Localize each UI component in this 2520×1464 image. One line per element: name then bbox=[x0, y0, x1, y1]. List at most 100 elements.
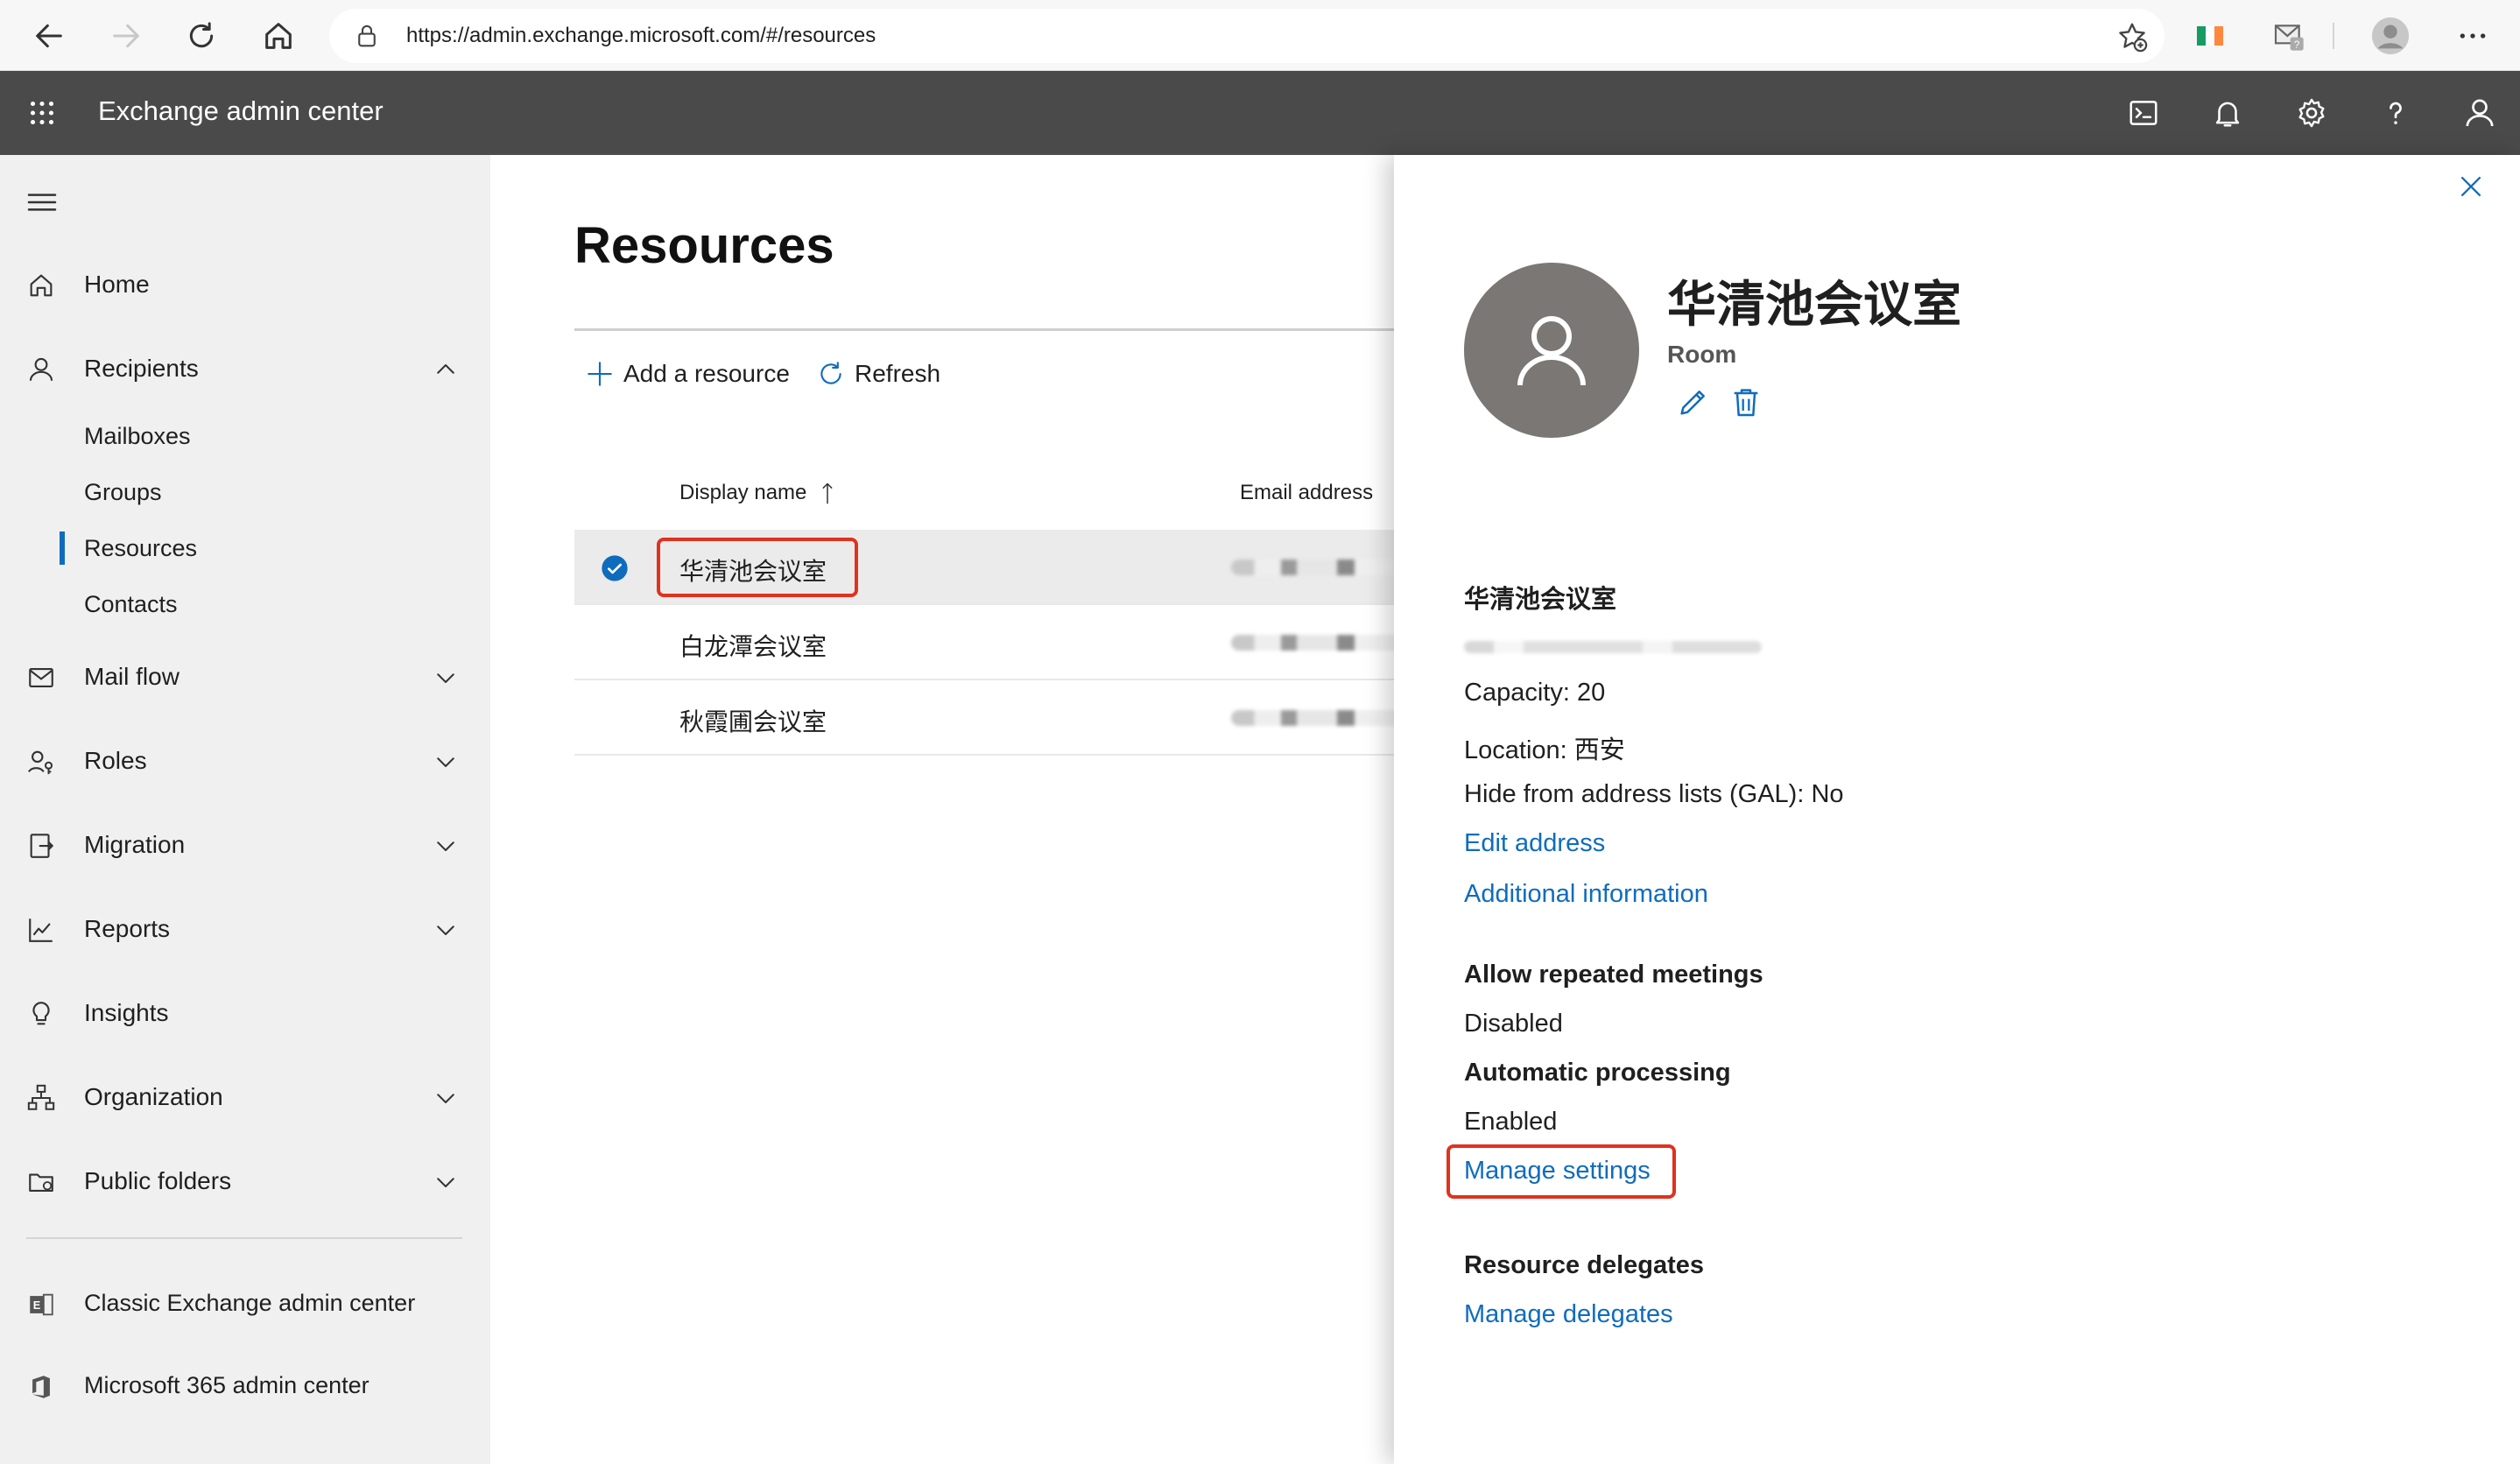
sidebar-item-label: Organization bbox=[84, 1083, 223, 1110]
checkmark-circle-icon[interactable] bbox=[601, 554, 629, 582]
roles-icon bbox=[26, 747, 56, 777]
mail-extension-icon[interactable]: ? bbox=[2268, 15, 2310, 57]
refresh-label: Refresh bbox=[855, 360, 941, 387]
favorite-add-icon[interactable] bbox=[2115, 20, 2149, 53]
sidebar-item-reports[interactable]: Reports bbox=[0, 896, 490, 959]
automatic-processing-heading: Automatic processing bbox=[1464, 1059, 1731, 1087]
column-header-label: Display name bbox=[679, 481, 807, 504]
capacity-text: Capacity: 20 bbox=[1464, 679, 1606, 707]
person-icon bbox=[1517, 316, 1586, 386]
address-bar[interactable]: https://admin.exchange.microsoft.com/#/r… bbox=[329, 9, 2165, 63]
refresh-icon bbox=[816, 359, 846, 389]
resource-detail-panel: 华清池会议室 Room 华清池会议室 Capacity: 20 Location… bbox=[1394, 155, 2520, 1464]
resource-title: 华清池会议室 bbox=[1667, 277, 1961, 332]
sidebar-subitem-label: Contacts bbox=[84, 591, 178, 617]
sidebar-divider bbox=[26, 1237, 462, 1239]
app-launcher-icon[interactable] bbox=[21, 92, 63, 134]
chevron-down-icon bbox=[433, 665, 459, 691]
account-icon[interactable] bbox=[2459, 92, 2501, 134]
edit-pencil-icon[interactable] bbox=[1676, 384, 1711, 419]
close-icon[interactable] bbox=[2450, 165, 2492, 208]
sidebar-item-insights[interactable]: Insights bbox=[0, 980, 490, 1043]
help-icon[interactable] bbox=[2375, 92, 2417, 134]
table-row[interactable]: 秋霞圃会议室 bbox=[574, 680, 1394, 756]
lock-icon bbox=[354, 23, 380, 49]
more-options-icon[interactable] bbox=[2452, 15, 2494, 57]
sidebar-subitem-label: Mailboxes bbox=[84, 423, 191, 449]
sidebar-subitem-resources[interactable]: Resources bbox=[0, 523, 490, 575]
row-display-name: 华清池会议室 bbox=[679, 558, 827, 585]
toolbar-divider bbox=[2333, 23, 2334, 49]
sidebar-item-migration[interactable]: Migration bbox=[0, 812, 490, 875]
chart-icon bbox=[26, 915, 56, 945]
sidebar-item-label: Reports bbox=[84, 915, 171, 942]
sidebar-subitem-contacts[interactable]: Contacts bbox=[0, 579, 490, 631]
sort-ascending-icon bbox=[819, 481, 836, 505]
table-row[interactable]: 华清池会议室 bbox=[574, 530, 1394, 605]
page-title: Resources bbox=[574, 217, 834, 274]
redacted-email bbox=[1231, 560, 1394, 575]
sidebar-item-label: Public folders bbox=[84, 1167, 232, 1194]
sidebar-subitem-label: Groups bbox=[84, 479, 162, 505]
sidebar-item-label: Roles bbox=[84, 747, 147, 774]
terminal-icon[interactable] bbox=[2122, 92, 2165, 134]
add-resource-button[interactable]: Add a resource bbox=[585, 353, 790, 395]
add-resource-label: Add a resource bbox=[623, 360, 790, 387]
row-display-name: 秋霞圃会议室 bbox=[679, 708, 827, 736]
location-text: Location: 西安 bbox=[1464, 736, 1625, 764]
sidebar-item-roles[interactable]: Roles bbox=[0, 728, 490, 791]
sidebar-item-label: Classic Exchange admin center bbox=[84, 1290, 416, 1316]
sidebar-item-home[interactable]: Home bbox=[0, 251, 490, 314]
manage-delegates-link[interactable]: Manage delegates bbox=[1464, 1300, 1673, 1329]
section-resource-name: 华清池会议室 bbox=[1464, 586, 1617, 614]
refresh-button[interactable]: Refresh bbox=[816, 353, 940, 395]
chevron-down-icon bbox=[433, 917, 459, 943]
sidebar-item-mail-flow[interactable]: Mail flow bbox=[0, 644, 490, 707]
table-row[interactable]: 白龙潭会议室 bbox=[574, 605, 1394, 680]
svg-text:E: E bbox=[33, 1299, 41, 1312]
additional-information-link[interactable]: Additional information bbox=[1464, 880, 1708, 909]
sidebar-item-label: Microsoft 365 admin center bbox=[84, 1372, 370, 1398]
column-header-email[interactable]: Email address bbox=[1240, 481, 1373, 505]
collapse-menu-icon[interactable] bbox=[25, 185, 60, 220]
selection-indicator bbox=[60, 531, 65, 565]
reload-icon[interactable] bbox=[180, 15, 222, 57]
forward-icon[interactable] bbox=[105, 15, 147, 57]
redacted-email bbox=[1231, 635, 1394, 651]
sidebar-subitem-groups[interactable]: Groups bbox=[0, 467, 490, 519]
classic-eac-link[interactable]: E Classic Exchange admin center bbox=[0, 1270, 490, 1334]
row-display-name: 白龙潭会议室 bbox=[679, 633, 827, 660]
sidebar-item-organization[interactable]: Organization bbox=[0, 1064, 490, 1127]
edit-address-link[interactable]: Edit address bbox=[1464, 829, 1605, 858]
chevron-down-icon bbox=[433, 833, 459, 859]
settings-gear-icon[interactable] bbox=[2291, 92, 2333, 134]
svg-text:?: ? bbox=[2294, 39, 2300, 51]
browser-toolbar: https://admin.exchange.microsoft.com/#/r… bbox=[0, 0, 2520, 71]
chevron-down-icon bbox=[433, 749, 459, 775]
column-header-display-name[interactable]: Display name bbox=[679, 481, 836, 505]
person-icon bbox=[26, 355, 56, 384]
plus-icon bbox=[585, 359, 615, 389]
profile-avatar-icon[interactable] bbox=[2369, 15, 2411, 57]
app-header: Exchange admin center bbox=[0, 71, 2520, 155]
back-icon[interactable] bbox=[28, 15, 70, 57]
exchange-logo-icon: E bbox=[26, 1290, 56, 1320]
sidebar-item-public-folders[interactable]: Public folders bbox=[0, 1148, 490, 1211]
home-browser-icon[interactable] bbox=[257, 15, 299, 57]
redacted-email bbox=[1464, 641, 1762, 653]
manage-settings-link[interactable]: Manage settings bbox=[1464, 1157, 1651, 1186]
home-icon bbox=[26, 271, 56, 300]
redacted-email bbox=[1231, 710, 1394, 726]
sidebar-item-label: Recipients bbox=[84, 355, 199, 382]
sidebar-item-recipients[interactable]: Recipients bbox=[0, 335, 490, 398]
toolbar-divider bbox=[574, 328, 1394, 331]
sidebar-item-label: Home bbox=[84, 271, 150, 298]
avatar bbox=[1464, 263, 1639, 438]
m365-admin-link[interactable]: Microsoft 365 admin center bbox=[0, 1353, 490, 1416]
delete-trash-icon[interactable] bbox=[1728, 384, 1763, 419]
notifications-icon[interactable] bbox=[2207, 92, 2249, 134]
flag-extension-icon[interactable] bbox=[2189, 15, 2231, 57]
sidebar-subitem-mailboxes[interactable]: Mailboxes bbox=[0, 411, 490, 463]
sidebar-nav: Home Recipients Mailboxes Groups Resourc… bbox=[0, 155, 490, 1464]
chevron-up-icon bbox=[433, 356, 459, 383]
